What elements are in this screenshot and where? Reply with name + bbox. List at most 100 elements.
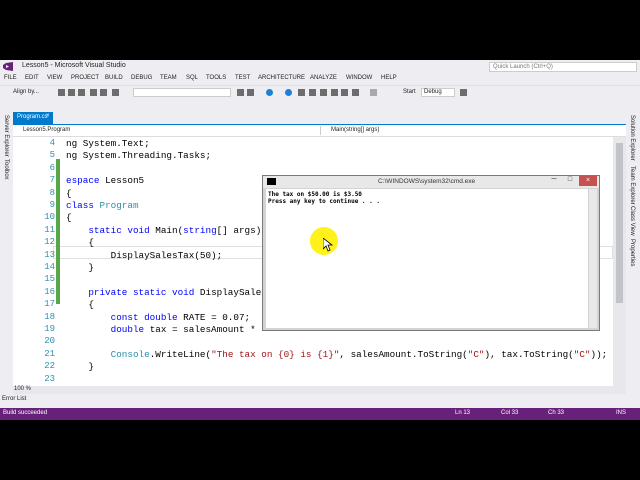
code-token: class (66, 200, 100, 211)
maximize-button[interactable]: □ (563, 176, 577, 186)
menu-view[interactable]: VIEW (47, 75, 62, 81)
menu-build[interactable]: BUILD (105, 75, 123, 81)
save-all-icon[interactable] (331, 89, 338, 96)
align-top-icon[interactable] (90, 89, 97, 96)
properties-tab[interactable]: Properties (629, 239, 635, 266)
menu-test[interactable]: TEST (235, 75, 250, 81)
console-output-area[interactable]: The tax on $50.00 is $3.50 Press any key… (266, 189, 588, 328)
code-line[interactable]: Console.WriteLine("The tax on {0} is {1}… (66, 348, 608, 360)
close-tab-icon[interactable]: × (46, 113, 50, 119)
code-token: "C" (467, 348, 485, 360)
solution-configuration-dropdown[interactable]: Debug (421, 88, 455, 97)
code-line[interactable]: ng System.Threading.Tasks; (66, 150, 211, 161)
code-line[interactable]: double tax = salesAmount * (66, 324, 256, 335)
format-icon[interactable] (237, 89, 244, 96)
code-token: ), tax.ToString( (484, 348, 574, 360)
menu-architecture[interactable]: ARCHITECTURE (258, 75, 305, 81)
toolbar-combo-box[interactable] (133, 88, 231, 97)
code-token: Main( (155, 224, 184, 236)
member-dropdown[interactable]: Main(string[] args) (320, 126, 626, 135)
code-token: Lesson5 (105, 175, 145, 187)
cut-icon[interactable] (341, 89, 348, 96)
solution-explorer-tab[interactable]: Solution Explorer (629, 115, 635, 161)
save-icon[interactable] (320, 89, 327, 96)
code-token: } (66, 361, 94, 373)
quick-launch-input[interactable]: Quick Launch (Ctrl+Q) (489, 62, 637, 72)
undo-icon[interactable] (352, 89, 359, 96)
code-line[interactable]: } (66, 361, 94, 372)
code-line[interactable]: class Program (66, 200, 139, 211)
line-number: 4 (49, 138, 55, 148)
editor-horizontal-scrollbar[interactable] (13, 386, 626, 394)
menu-analyze[interactable]: ANALYZE (310, 75, 337, 81)
code-line[interactable]: private static void DisplaySale (66, 287, 261, 298)
toolbar: Align by... Start Debug (0, 85, 640, 121)
code-line[interactable]: const double RATE = 0.07; (66, 311, 251, 323)
server-explorer-tab[interactable]: Server Explorer (3, 115, 9, 157)
code-token: DisplaySale (199, 286, 262, 298)
minimize-button[interactable]: ─ (547, 176, 561, 186)
menu-project[interactable]: PROJECT (71, 75, 99, 81)
menu-sql[interactable]: SQL (186, 75, 198, 81)
line-number: 16 (44, 286, 55, 297)
code-line[interactable]: static void Main(string[] args) (66, 225, 261, 236)
menu-window[interactable]: WINDOW (346, 75, 372, 81)
toolbar-overflow-icon[interactable] (460, 89, 467, 96)
console-title-bar[interactable]: C:\WINDOWS\system32\cmd.exe ─ □ × (263, 176, 599, 188)
code-token: )); (590, 348, 608, 360)
start-button[interactable]: Start (403, 89, 416, 95)
line-number: 12 (44, 237, 55, 248)
console-output-line: The tax on $50.00 is $3.50 (268, 191, 362, 198)
align-bottom-icon[interactable] (112, 89, 119, 96)
align-by-dropdown[interactable]: Align by... (13, 89, 39, 95)
code-token: private static void (66, 286, 200, 298)
error-list-tab[interactable]: Error List (2, 396, 26, 402)
code-line[interactable]: } (66, 262, 94, 273)
type-dropdown[interactable]: Lesson5.Program (13, 126, 313, 135)
line-number: 8 (49, 187, 55, 198)
forward-icon[interactable] (285, 89, 292, 96)
zoom-level[interactable]: 100 % (14, 386, 31, 392)
align-center-icon[interactable] (68, 89, 75, 96)
line-number: 9 (49, 200, 55, 210)
status-insert-mode: INS (616, 410, 627, 416)
code-line[interactable]: { (66, 299, 94, 310)
close-button[interactable]: × (579, 176, 597, 186)
code-line[interactable]: espace Lesson5 (66, 175, 144, 186)
open-file-icon[interactable] (309, 89, 316, 96)
menu-edit[interactable]: EDIT (25, 75, 39, 81)
code-line[interactable]: { (66, 212, 72, 223)
line-number: 13 (44, 249, 55, 260)
editor-scroll-thumb[interactable] (616, 143, 623, 303)
back-icon[interactable] (266, 89, 273, 96)
code-line[interactable]: ng System.Text; (66, 138, 150, 149)
code-line[interactable]: DisplaySalesTax(50); (66, 250, 223, 261)
class-view-tab[interactable]: Class View (629, 206, 635, 236)
status-line: Ln 13 (455, 410, 471, 416)
code-token: static void (66, 224, 156, 236)
menu-debug[interactable]: DEBUG (131, 75, 152, 81)
line-number: 20 (44, 336, 55, 347)
mouse-pointer-icon (323, 238, 333, 252)
status-column: Col 33 (501, 410, 519, 416)
align-right-icon[interactable] (78, 89, 85, 96)
menu-team[interactable]: TEAM (160, 75, 177, 81)
console-scrollbar[interactable] (589, 189, 597, 328)
code-token: } (66, 262, 94, 273)
format-icon-2[interactable] (247, 89, 254, 96)
new-project-icon[interactable] (298, 89, 305, 96)
code-token: RATE = 0.07; (183, 311, 251, 323)
status-bar: Build succeeded Ln 13 Col 33 Ch 33 INS (0, 408, 640, 420)
menu-file[interactable]: FILE (4, 75, 17, 81)
menu-tools[interactable]: TOOLS (206, 75, 226, 81)
code-line[interactable]: { (66, 237, 94, 248)
console-window[interactable]: C:\WINDOWS\system32\cmd.exe ─ □ × The ta… (262, 175, 600, 331)
redo-icon[interactable] (370, 89, 377, 96)
toolbox-tab[interactable]: Toolbox (3, 159, 9, 180)
console-output-line: Press any key to continue . . . (268, 198, 380, 205)
align-middle-icon[interactable] (100, 89, 107, 96)
align-left-icon[interactable] (58, 89, 65, 96)
team-explorer-tab[interactable]: Team Explorer (629, 166, 635, 205)
code-line[interactable]: { (66, 188, 72, 199)
menu-help[interactable]: HELP (381, 75, 397, 81)
